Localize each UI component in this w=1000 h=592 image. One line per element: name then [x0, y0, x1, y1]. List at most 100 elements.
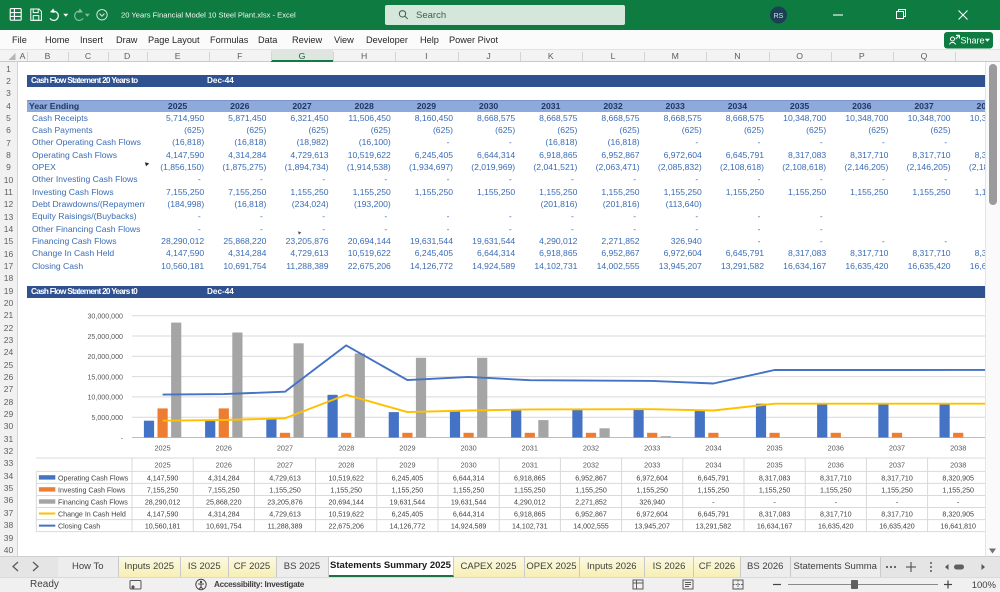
- svg-text:11,288,389: 11,288,389: [268, 523, 303, 531]
- svg-text:14,924,589: 14,924,589: [451, 523, 487, 531]
- svg-text:2025: 2025: [154, 444, 170, 453]
- svg-text:1,155,250: 1,155,250: [636, 486, 668, 494]
- svg-text:1,155,250: 1,155,250: [392, 486, 424, 494]
- svg-text:25,000,000: 25,000,000: [87, 333, 123, 341]
- svg-text:1,155,250: 1,155,250: [759, 486, 791, 494]
- svg-text:6,972,604: 6,972,604: [636, 511, 668, 519]
- svg-text:4,147,590: 4,147,590: [147, 511, 179, 519]
- svg-text:14,126,772: 14,126,772: [390, 523, 426, 531]
- svg-text:2038: 2038: [950, 460, 966, 469]
- svg-text:6,644,314: 6,644,314: [453, 511, 485, 519]
- svg-text:10,519,622: 10,519,622: [328, 511, 364, 519]
- svg-text:16,634,167: 16,634,167: [757, 523, 793, 531]
- svg-text:14,102,731: 14,102,731: [512, 523, 548, 531]
- svg-text:-: -: [121, 434, 124, 442]
- svg-text:6,644,314: 6,644,314: [453, 474, 485, 482]
- svg-text:16,635,420: 16,635,420: [879, 523, 915, 531]
- svg-text:20,000,000: 20,000,000: [87, 353, 123, 361]
- svg-text:2036: 2036: [828, 460, 844, 469]
- svg-text:2,271,852: 2,271,852: [575, 499, 607, 507]
- svg-text:2038: 2038: [950, 444, 966, 453]
- svg-text:2032: 2032: [583, 460, 599, 469]
- svg-text:13,291,582: 13,291,582: [696, 523, 732, 531]
- svg-text:6,918,865: 6,918,865: [514, 511, 546, 519]
- svg-text:-: -: [835, 499, 838, 507]
- svg-text:2031: 2031: [522, 460, 538, 469]
- svg-text:6,972,604: 6,972,604: [636, 474, 668, 482]
- svg-text:1,155,250: 1,155,250: [881, 486, 913, 494]
- svg-text:16,641,810: 16,641,810: [940, 523, 976, 531]
- svg-text:10,560,181: 10,560,181: [145, 523, 181, 531]
- svg-text:7,155,250: 7,155,250: [147, 486, 179, 494]
- svg-text:1,155,250: 1,155,250: [269, 486, 301, 494]
- svg-text:2027: 2027: [277, 444, 293, 453]
- svg-text:8,317,710: 8,317,710: [881, 474, 913, 482]
- svg-text:5,000,000: 5,000,000: [91, 414, 123, 422]
- svg-text:-: -: [896, 499, 899, 507]
- svg-text:1,155,250: 1,155,250: [453, 486, 485, 494]
- svg-text:4,314,284: 4,314,284: [208, 474, 240, 482]
- svg-text:Operating Cash Flows: Operating Cash Flows: [58, 474, 129, 482]
- svg-text:2032: 2032: [583, 444, 599, 453]
- svg-text:2031: 2031: [522, 444, 538, 453]
- svg-text:1,155,250: 1,155,250: [575, 486, 607, 494]
- svg-text:4,314,284: 4,314,284: [208, 511, 240, 519]
- svg-text:16,635,420: 16,635,420: [818, 523, 854, 531]
- svg-text:25,868,220: 25,868,220: [206, 499, 242, 507]
- svg-text:6,245,405: 6,245,405: [392, 511, 424, 519]
- svg-text:10,000,000: 10,000,000: [87, 394, 123, 402]
- svg-text:2026: 2026: [216, 444, 232, 453]
- svg-text:8,317,083: 8,317,083: [759, 511, 791, 519]
- svg-text:Closing Cash: Closing Cash: [58, 523, 100, 531]
- svg-text:2033: 2033: [644, 460, 660, 469]
- svg-text:1,155,250: 1,155,250: [698, 486, 730, 494]
- svg-text:8,317,083: 8,317,083: [759, 474, 791, 482]
- svg-text:2037: 2037: [889, 444, 905, 453]
- svg-text:Investing Cash Flows: Investing Cash Flows: [58, 486, 126, 494]
- svg-text:-: -: [957, 499, 960, 507]
- svg-text:2034: 2034: [705, 460, 721, 469]
- svg-text:20,694,144: 20,694,144: [328, 499, 364, 507]
- svg-text:2029: 2029: [399, 460, 415, 469]
- svg-text:4,729,613: 4,729,613: [269, 511, 301, 519]
- svg-text:1,155,250: 1,155,250: [514, 486, 546, 494]
- svg-text:1,155,250: 1,155,250: [942, 486, 974, 494]
- svg-text:2026: 2026: [216, 460, 232, 469]
- svg-text:6,645,791: 6,645,791: [698, 511, 730, 519]
- svg-text:-: -: [773, 499, 776, 507]
- svg-text:4,147,590: 4,147,590: [147, 474, 179, 482]
- svg-text:8,317,710: 8,317,710: [881, 511, 913, 519]
- svg-text:2036: 2036: [828, 444, 844, 453]
- svg-text:2037: 2037: [889, 460, 905, 469]
- svg-text:14,002,555: 14,002,555: [573, 523, 609, 531]
- svg-text:22,675,206: 22,675,206: [328, 523, 364, 531]
- svg-text:23,205,876: 23,205,876: [267, 499, 303, 507]
- svg-text:Change In Cash Held: Change In Cash Held: [58, 511, 126, 519]
- svg-text:2033: 2033: [644, 444, 660, 453]
- svg-text:1,155,250: 1,155,250: [330, 486, 362, 494]
- svg-text:2030: 2030: [460, 444, 476, 453]
- svg-text:2027: 2027: [277, 460, 293, 469]
- svg-text:19,631,544: 19,631,544: [390, 499, 426, 507]
- svg-text:10,519,622: 10,519,622: [328, 474, 364, 482]
- svg-text:8,317,710: 8,317,710: [820, 474, 852, 482]
- svg-text:6,245,405: 6,245,405: [392, 474, 424, 482]
- svg-text:-: -: [712, 499, 715, 507]
- svg-text:8,320,905: 8,320,905: [942, 511, 974, 519]
- svg-text:6,952,867: 6,952,867: [575, 474, 607, 482]
- svg-text:2025: 2025: [154, 460, 170, 469]
- svg-text:326,940: 326,940: [639, 499, 665, 507]
- svg-text:7,155,250: 7,155,250: [208, 486, 240, 494]
- svg-text:4,290,012: 4,290,012: [514, 499, 546, 507]
- svg-text:100%: 100%: [972, 580, 997, 591]
- svg-text:8,317,710: 8,317,710: [820, 511, 852, 519]
- svg-text:6,645,791: 6,645,791: [698, 474, 730, 482]
- svg-text:15,000,000: 15,000,000: [87, 373, 123, 381]
- svg-text:2030: 2030: [460, 460, 476, 469]
- svg-text:2035: 2035: [766, 460, 782, 469]
- svg-text:Financing Cash Flows: Financing Cash Flows: [58, 499, 128, 507]
- svg-text:2029: 2029: [399, 444, 415, 453]
- svg-text:2028: 2028: [338, 460, 354, 469]
- svg-text:10,691,754: 10,691,754: [206, 523, 242, 531]
- svg-text:6,952,867: 6,952,867: [575, 511, 607, 519]
